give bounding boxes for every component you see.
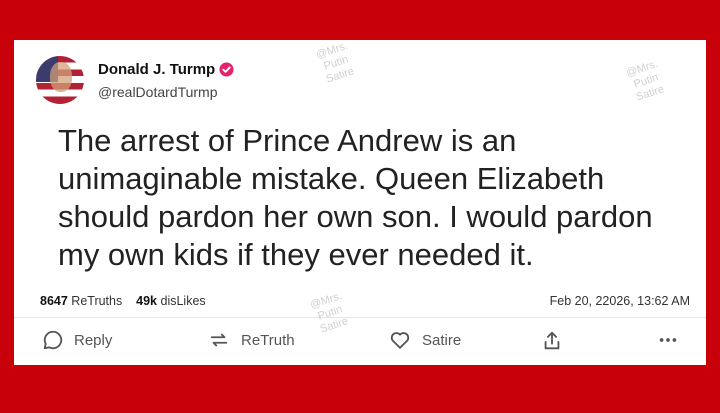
reply-button[interactable]: Reply <box>42 329 112 351</box>
avatar-face <box>50 62 72 92</box>
post-timestamp: Feb 20, 22026, 13:62 AM <box>549 294 690 308</box>
avatar[interactable] <box>36 56 84 104</box>
watermark: @Mrs. Putin Satire <box>314 39 356 86</box>
post-card: Donald J. Turmp @realDotardTurmp The arr… <box>14 40 706 365</box>
author-name-row[interactable]: Donald J. Turmp <box>98 61 234 78</box>
satire-label: Satire <box>422 331 462 349</box>
watermark: @Mrs. Putin Satire <box>308 289 350 336</box>
verified-badge-icon <box>219 62 234 77</box>
watermark: @Mrs. Putin Satire <box>624 57 666 104</box>
author-name[interactable]: Donald J. Turmp <box>98 61 215 78</box>
retruths-count[interactable]: 8647 <box>40 294 68 308</box>
share-button[interactable] <box>541 329 573 353</box>
post-stats: 8647 ReTruths 49k disLikes <box>40 294 206 308</box>
post-text: The arrest of Prince Andrew is an unimag… <box>58 123 653 272</box>
reply-label: Reply <box>74 331 113 349</box>
satire-button[interactable]: Satire <box>388 329 461 351</box>
dislikes-count[interactable]: 49k <box>136 294 157 308</box>
author-handle[interactable]: @realDotardTurmp <box>98 84 218 100</box>
retruth-icon <box>210 333 228 347</box>
reply-icon <box>43 330 63 350</box>
divider <box>14 317 706 318</box>
retruths-label[interactable]: ReTruths <box>71 294 122 308</box>
share-icon <box>544 331 560 350</box>
more-icon <box>659 338 677 342</box>
dislikes-label[interactable]: disLikes <box>161 294 206 308</box>
retruth-button[interactable]: ReTruth <box>207 329 295 351</box>
retruth-label: ReTruth <box>241 331 295 349</box>
more-button[interactable] <box>656 329 690 351</box>
heart-icon <box>390 332 410 349</box>
